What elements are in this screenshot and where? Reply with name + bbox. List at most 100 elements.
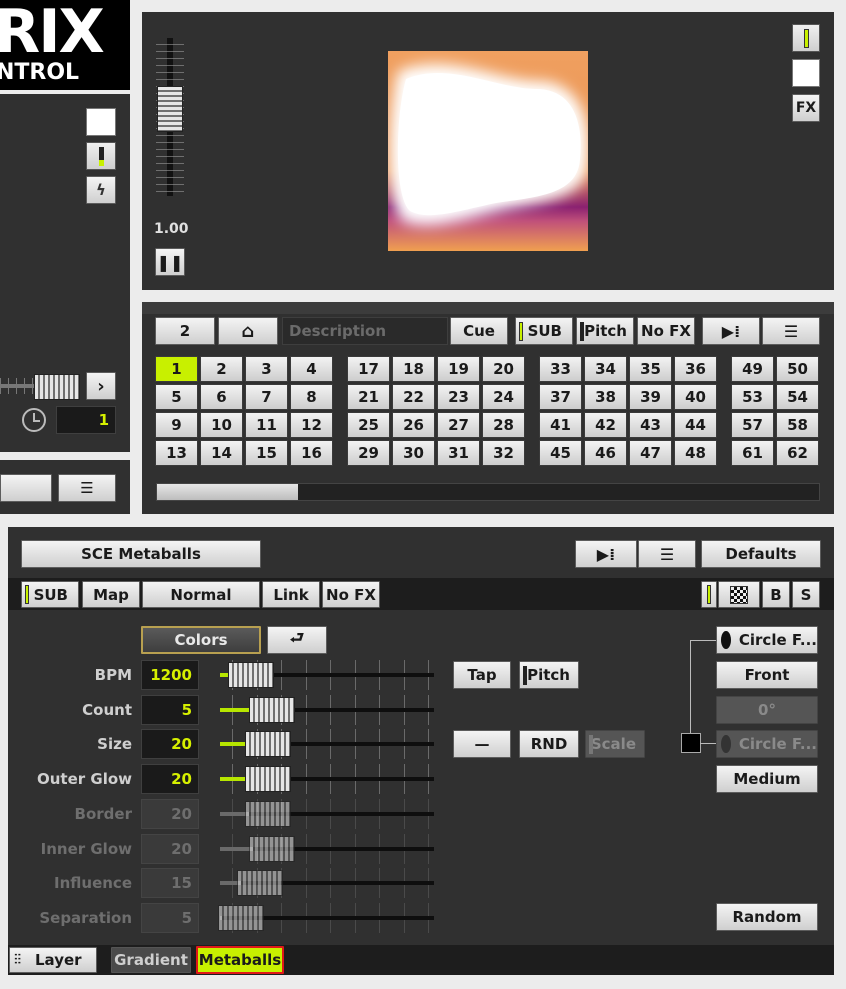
page-number-button[interactable]: 2 [155,317,215,345]
tab-gradient[interactable]: Gradient [111,947,191,973]
cue-cell[interactable]: 4 [290,356,333,382]
cue-cell[interactable]: 6 [200,384,243,410]
cue-cell[interactable]: 35 [629,356,672,382]
tab-layer[interactable]: ⫶⫶ Layer [9,947,97,973]
link-button[interactable]: Link [262,581,320,608]
param-value[interactable]: 20 [141,729,199,759]
cue-cell[interactable]: 24 [482,384,525,410]
param-value[interactable]: 20 [141,764,199,794]
cue-cell[interactable]: 9 [155,412,198,438]
cue-cell[interactable]: 46 [584,440,627,466]
tab-metaballs[interactable]: Metaballs [196,946,284,974]
cue-cell[interactable]: 48 [674,440,717,466]
grid-scrollbar-thumb[interactable] [157,484,298,500]
left-white-square-button[interactable] [86,108,116,136]
list-icon[interactable]: ☰ [638,540,696,568]
tap-button[interactable]: Tap [453,661,511,689]
left-lower-button[interactable] [0,474,52,502]
checker-icon[interactable] [718,581,760,608]
cue-cell[interactable]: 15 [245,440,288,466]
cue-cell[interactable]: 21 [347,384,390,410]
description-input[interactable]: Description [282,317,448,345]
cue-cell[interactable]: 19 [437,356,480,382]
speed-value[interactable]: 1 [56,406,116,434]
cue-cell[interactable]: 27 [437,412,480,438]
cue-cell[interactable]: 11 [245,412,288,438]
play-grid-icon[interactable]: ▶⁞ [702,317,760,345]
param-slider-knob[interactable] [237,870,283,896]
medium-button[interactable]: Medium [716,765,818,793]
cue-cell[interactable]: 36 [674,356,717,382]
cue-cell[interactable]: 25 [347,412,390,438]
cue-cell[interactable]: 28 [482,412,525,438]
param-slider-knob[interactable] [245,801,291,827]
minus-button[interactable]: — [453,730,511,758]
cue-cell[interactable]: 33 [539,356,582,382]
cue-cell[interactable]: 40 [674,384,717,410]
circle-fade-disabled-button[interactable]: Circle F... [716,730,818,758]
cue-cell[interactable]: 17 [347,356,390,382]
cue-cell[interactable]: 13 [155,440,198,466]
cue-cell[interactable]: 62 [776,440,819,466]
cue-cell[interactable]: 12 [290,412,333,438]
cue-cell[interactable]: 61 [731,440,774,466]
play-grid-icon[interactable]: ▶⁞ [575,540,637,568]
list-icon[interactable]: ☰ [762,317,820,345]
defaults-button[interactable]: Defaults [701,540,821,568]
map-button[interactable]: Map [82,581,140,608]
param-pitch-button[interactable]: Pitch [519,661,579,689]
cue-cell[interactable]: 22 [392,384,435,410]
cue-cell[interactable]: 45 [539,440,582,466]
param-value[interactable]: 1200 [141,660,199,690]
cue-cell[interactable]: 44 [674,412,717,438]
color-swatch[interactable] [681,733,701,753]
param-value[interactable]: 20 [141,799,199,829]
param-value[interactable]: 5 [141,903,199,933]
cue-cell[interactable]: 14 [200,440,243,466]
cue-cell[interactable]: 16 [290,440,333,466]
param-value[interactable]: 5 [141,695,199,725]
home-icon[interactable]: ⌂ [218,317,278,345]
param-slider-knob[interactable] [245,731,291,757]
scale-button[interactable]: Scale [585,730,645,758]
cue-cell[interactable]: 23 [437,384,480,410]
layer-sub-button[interactable]: SUB [21,581,79,608]
master-fader-knob[interactable] [157,86,183,132]
random-button[interactable]: Random [716,903,818,931]
left-slider-knob[interactable] [34,374,80,400]
cue-cell[interactable]: 29 [347,440,390,466]
blend-mode-button[interactable]: Normal [142,581,260,608]
pitch-button[interactable]: Pitch [576,317,634,345]
param-slider-knob[interactable] [218,905,264,931]
param-slider-knob[interactable] [228,662,274,688]
chevron-right-icon[interactable]: › [86,372,116,400]
cue-cell[interactable]: 49 [731,356,774,382]
cue-cell[interactable]: 31 [437,440,480,466]
flash-icon[interactable]: ϟ [86,176,116,204]
cue-cell[interactable]: 18 [392,356,435,382]
param-slider-knob[interactable] [245,766,291,792]
cue-cell[interactable]: 5 [155,384,198,410]
cue-cell[interactable]: 10 [200,412,243,438]
cue-cell[interactable]: 41 [539,412,582,438]
list-icon[interactable]: ☰ [58,474,116,502]
cue-cell[interactable]: 42 [584,412,627,438]
colors-button[interactable]: Colors [141,626,261,654]
sub-button[interactable]: SUB [515,317,573,345]
effect-name-button[interactable]: SCE Metaballs [21,540,261,568]
b-button[interactable]: B [762,581,790,608]
param-slider-knob[interactable] [249,836,295,862]
loop-icon[interactable]: ⮐ [267,626,327,654]
cue-button[interactable]: Cue [450,317,508,345]
pause-button[interactable]: ❚❚ [155,248,185,276]
angle-button[interactable]: 0° [716,696,818,724]
cue-cell[interactable]: 38 [584,384,627,410]
circle-fade-button[interactable]: Circle F... [716,626,818,654]
cue-cell[interactable]: 2 [200,356,243,382]
cue-cell[interactable]: 8 [290,384,333,410]
cue-cell[interactable]: 20 [482,356,525,382]
param-slider-knob[interactable] [249,697,295,723]
cue-cell[interactable]: 30 [392,440,435,466]
s-button[interactable]: S [792,581,820,608]
nofx-button[interactable]: No FX [637,317,695,345]
